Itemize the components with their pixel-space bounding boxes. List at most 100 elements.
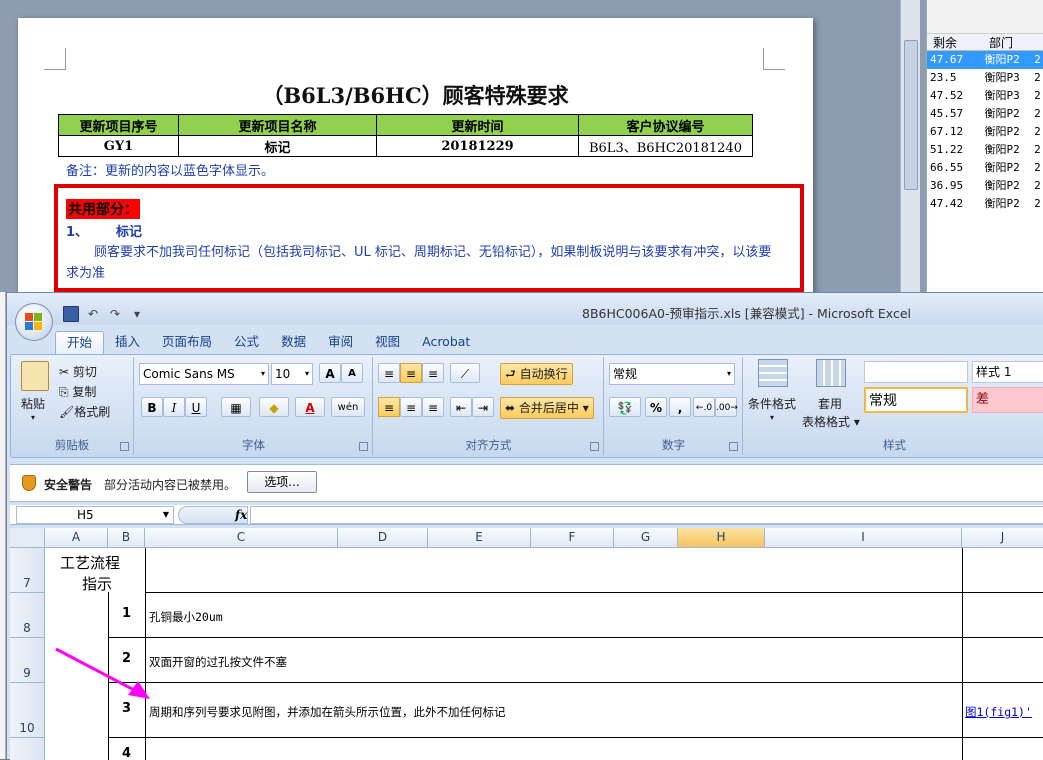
- select-all-corner[interactable]: [10, 528, 45, 548]
- cell-a7-line2[interactable]: 指示: [82, 573, 112, 594]
- column-header-a[interactable]: A: [45, 528, 108, 548]
- document-scrollbar[interactable]: [900, 0, 920, 292]
- cell-c10[interactable]: 周期和序列号要求见附图，并添加在箭头所示位置，此外不加任何标记: [149, 704, 506, 720]
- redo-icon[interactable]: ↷: [107, 306, 123, 322]
- conditional-format-icon[interactable]: [758, 359, 788, 387]
- chevron-down-icon[interactable]: ▼: [163, 507, 169, 523]
- align-middle-icon[interactable]: ≡: [400, 363, 422, 383]
- style-bad[interactable]: 差: [972, 387, 1043, 413]
- tab-page-layout[interactable]: 页面布局: [151, 331, 223, 355]
- column-header-j[interactable]: J: [962, 528, 1043, 548]
- number-format-select[interactable]: 常规 ▾: [609, 363, 735, 385]
- phonetic-guide-icon[interactable]: wén: [331, 397, 365, 417]
- list-item[interactable]: 51.22 衡阳P2 2: [927, 141, 1043, 159]
- column-header-d[interactable]: D: [338, 528, 428, 548]
- cell-b8[interactable]: 1: [122, 606, 131, 621]
- row-header-10[interactable]: 10: [10, 683, 45, 738]
- wrap-text-button[interactable]: ⮐ 自动换行: [500, 363, 573, 385]
- list-item[interactable]: 47.42 衡阳P2 2: [927, 195, 1043, 213]
- align-top-icon[interactable]: ≡: [378, 363, 400, 383]
- dialog-launcher-icon[interactable]: [590, 442, 599, 451]
- column-header-c[interactable]: C: [145, 528, 338, 548]
- format-painter-button[interactable]: 🖌格式刷: [59, 403, 110, 420]
- cell-a7-line1[interactable]: 工艺流程: [60, 552, 120, 573]
- scrollbar-thumb[interactable]: [904, 40, 918, 190]
- grow-font-button[interactable]: A: [319, 363, 341, 383]
- customize-qat-icon[interactable]: ▾: [129, 306, 145, 322]
- list-item[interactable]: 47.67 衡阳P2 2: [927, 51, 1043, 69]
- formula-input[interactable]: [250, 506, 1043, 524]
- increase-indent-icon[interactable]: ⇥: [472, 397, 494, 417]
- decrease-decimal-icon[interactable]: .00→: [715, 397, 738, 417]
- list-item[interactable]: 66.55 衡阳P2 2: [927, 159, 1043, 177]
- style-normal[interactable]: 常规: [864, 387, 968, 413]
- font-color-icon[interactable]: A: [295, 397, 325, 417]
- office-button[interactable]: [15, 303, 53, 341]
- security-options-button[interactable]: 选项...: [247, 471, 317, 493]
- orientation-icon[interactable]: ⟋: [450, 363, 480, 383]
- merge-center-button[interactable]: ⬌ 合并后居中 ▾: [500, 397, 594, 419]
- table-format-button-line2[interactable]: 表格格式 ▾: [802, 413, 860, 430]
- conditional-format-button[interactable]: 条件格式: [748, 395, 796, 412]
- paste-button[interactable]: 粘贴: [21, 395, 45, 412]
- table-format-button-line1[interactable]: 套用: [818, 395, 842, 412]
- cut-button[interactable]: ✂ 剪切: [59, 363, 97, 380]
- name-box[interactable]: H5 ▼: [16, 506, 174, 524]
- tab-view[interactable]: 视图: [364, 331, 411, 355]
- align-left-icon[interactable]: ≡: [378, 397, 400, 417]
- save-icon[interactable]: [63, 306, 79, 322]
- underline-button[interactable]: U: [185, 397, 207, 417]
- paste-icon[interactable]: [21, 361, 49, 391]
- column-header-i[interactable]: I: [765, 528, 962, 548]
- tab-acrobat[interactable]: Acrobat: [411, 331, 481, 355]
- tab-review[interactable]: 审阅: [317, 331, 364, 355]
- align-center-icon[interactable]: ≡: [400, 397, 422, 417]
- italic-button[interactable]: I: [163, 397, 185, 417]
- cell-j10-link[interactable]: 图1(fig1)': [965, 704, 1032, 720]
- bold-button[interactable]: B: [141, 397, 163, 417]
- list-item[interactable]: 45.57 衡阳P2 2: [927, 105, 1043, 123]
- chevron-down-icon[interactable]: ▾: [770, 413, 774, 422]
- tab-formulas[interactable]: 公式: [223, 331, 270, 355]
- column-header-f[interactable]: F: [531, 528, 614, 548]
- tab-data[interactable]: 数据: [270, 331, 317, 355]
- dialog-launcher-icon[interactable]: [359, 442, 368, 451]
- column-header-b[interactable]: B: [108, 528, 145, 548]
- list-item[interactable]: 47.52 衡阳P3 2: [927, 87, 1043, 105]
- style-1[interactable]: 样式 1: [972, 361, 1043, 383]
- column-header-remaining[interactable]: 剩余: [927, 34, 983, 50]
- insert-function-icon[interactable]: fx: [235, 508, 247, 522]
- paste-dropdown-icon[interactable]: ▾: [31, 413, 35, 422]
- dialog-launcher-icon[interactable]: [120, 442, 129, 451]
- column-header-e[interactable]: E: [428, 528, 531, 548]
- row-header-11[interactable]: [10, 738, 45, 760]
- column-header-department[interactable]: 部门: [983, 34, 1035, 50]
- font-name-select[interactable]: Comic Sans MS ▾: [139, 363, 269, 385]
- decrease-indent-icon[interactable]: ⇤: [450, 397, 472, 417]
- align-bottom-icon[interactable]: ≡: [422, 363, 444, 383]
- accounting-format-icon[interactable]: 💱: [609, 397, 641, 417]
- row-header-7[interactable]: 7: [10, 548, 45, 593]
- table-format-icon[interactable]: [816, 359, 846, 387]
- cell-c8[interactable]: 孔铜最小20um: [149, 609, 223, 625]
- row-header-8[interactable]: 8: [10, 593, 45, 638]
- list-item[interactable]: 67.12 衡阳P2 2: [927, 123, 1043, 141]
- tab-home[interactable]: 开始: [55, 331, 105, 355]
- cell-c9[interactable]: 双面开窗的过孔按文件不塞: [149, 654, 287, 670]
- align-right-icon[interactable]: ≡: [422, 397, 444, 417]
- percent-button[interactable]: %: [645, 397, 667, 417]
- column-header-h[interactable]: H: [678, 528, 765, 548]
- list-item[interactable]: 36.95 衡阳P2 2: [927, 177, 1043, 195]
- cell-b10[interactable]: 3: [122, 701, 131, 716]
- borders-icon[interactable]: ▦: [221, 397, 251, 417]
- font-size-select[interactable]: 10 ▾: [271, 363, 313, 385]
- fill-color-icon[interactable]: ◆: [259, 397, 289, 417]
- copy-button[interactable]: ⎘ 复制: [59, 383, 96, 400]
- undo-icon[interactable]: ↶: [85, 306, 101, 322]
- cell-b11[interactable]: 4: [122, 746, 131, 760]
- tab-insert[interactable]: 插入: [104, 331, 151, 355]
- increase-decimal-icon[interactable]: ←.0: [693, 397, 715, 417]
- list-item[interactable]: 23.5 衡阳P3 2: [927, 69, 1043, 87]
- comma-button[interactable]: ,: [669, 397, 691, 417]
- style-blank-cell[interactable]: [864, 361, 968, 383]
